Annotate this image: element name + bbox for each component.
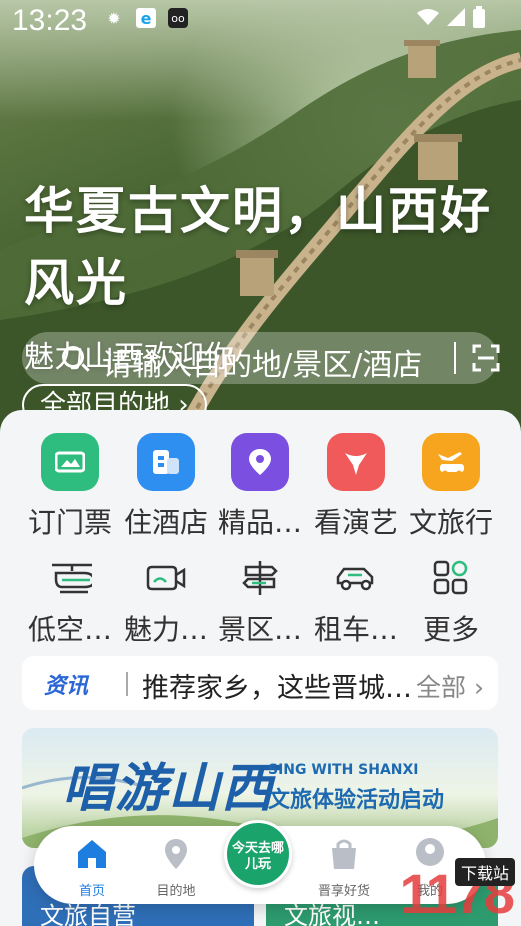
scan-icon[interactable] [472,344,500,372]
signal-icon [447,8,465,26]
tab-home[interactable]: 首页 [52,836,132,899]
news-divider [126,672,128,696]
signpost-icon [238,556,282,600]
location-pin-icon [231,433,289,491]
secondary-entry-label: 景区… [217,613,302,646]
secondary-entry-label: 更多 [422,613,479,646]
quick-entry-label: 文旅行 [408,506,493,539]
video-camera-icon [144,556,188,600]
hero-title: 华夏古文明，山西好风光 [24,182,492,312]
grid-more-icon [429,556,473,600]
tab-destination[interactable]: 目的地 [136,836,216,899]
secondary-entry-low-altitude[interactable]: 低空… [20,556,120,648]
secondary-entry-more[interactable]: 更多 [401,556,501,648]
news-headline[interactable]: 推荐家乡，这些晋城… [142,666,412,705]
helicopter-icon [48,556,92,600]
system-indicators [417,6,485,28]
quick-entry-travel[interactable]: 文旅行 [401,433,501,541]
quick-entry-label: 精品… [217,506,302,539]
secondary-entry-label: 魅力… [123,613,208,646]
quick-entry-label: 住酒店 [123,506,208,539]
banner-title: 唱游山西 [62,759,275,819]
car-plane-icon [422,433,480,491]
news-ticker[interactable]: 资讯 推荐家乡，这些晋城… 全部 › [22,656,498,710]
watermark-tag: 下载站 [454,858,515,886]
news-all-link[interactable]: 全部 › [416,668,484,704]
tab-label: 目的地 [156,884,196,899]
home-icon [78,840,106,868]
app-notification-icon: e [136,8,156,28]
quick-entry-label: 看演艺 [313,506,398,539]
car-icon [334,556,378,600]
search-placeholder: 请输入目的地/景区/酒店 [102,348,423,383]
quick-entry-tickets[interactable]: 订门票 [20,433,120,541]
search-bar[interactable]: 请输入目的地/景区/酒店 [22,332,500,384]
secondary-entry-label: 租车… [313,613,398,646]
quick-entry-label: 订门票 [27,506,112,539]
secondary-entry-scenic[interactable]: 景区… [210,556,310,648]
status-time: 13:23 [12,4,88,37]
quick-entry-performance[interactable]: 看演艺 [306,433,406,541]
site-watermark: 1178 下载站 [287,854,517,926]
status-bar: 13:23 ✹ e oo [0,0,521,44]
search-divider [454,342,456,374]
secondary-entry-car-rental[interactable]: 租车… [306,556,406,648]
news-tag: 资讯 [44,674,89,699]
brightness-icon: ✹ [107,8,121,28]
ticket-icon [41,433,99,491]
wifi-icon [417,9,439,25]
hotel-icon [137,433,195,491]
tab-label: 首页 [78,884,105,899]
performance-icon [327,433,385,491]
banner-subtitle-en: SING WITH SHANXI [268,762,419,778]
center-explore-button[interactable]: 今天去哪儿玩 [224,820,292,888]
glasses-icon: oo [168,8,188,28]
search-icon [62,346,84,368]
banner-subtitle-cn: 文旅体验活动启动 [268,788,445,813]
quick-entry-boutique[interactable]: 精品… [210,433,310,541]
hero-banner: 13:23 ✹ e oo 华夏古文明，山西好风光 魅力山西欢迎你 请输入目的地/… [0,0,521,440]
secondary-entry-label: 低空… [27,613,112,646]
battery-icon [473,6,485,28]
secondary-entry-charm[interactable]: 魅力… [116,556,216,648]
lower-card-label: 文旅自营 [40,902,136,926]
quick-entry-hotel[interactable]: 住酒店 [116,433,216,541]
map-pin-icon [165,839,187,869]
